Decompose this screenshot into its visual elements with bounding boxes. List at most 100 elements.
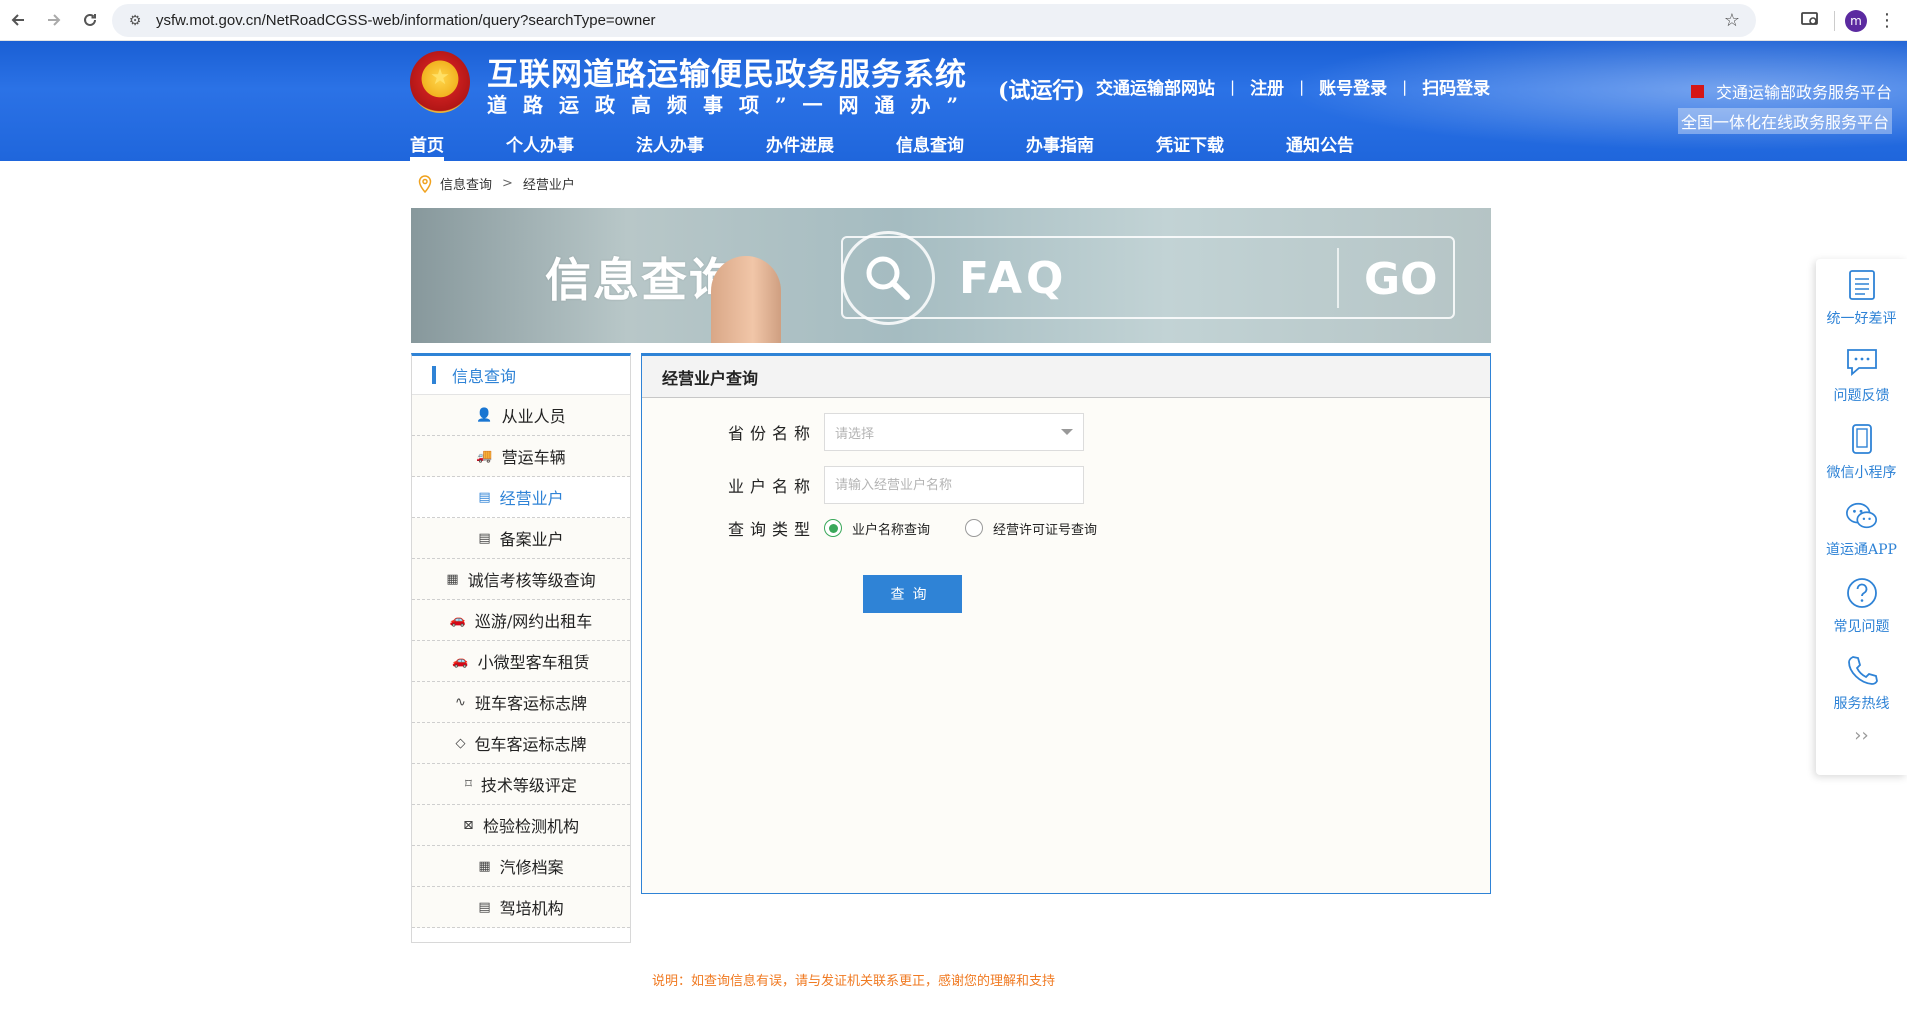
route-icon: ∿ — [455, 694, 466, 710]
sidebar-item-car-rental[interactable]: 🚗 小微型客车租赁 — [412, 641, 630, 682]
reload-icon[interactable] — [72, 2, 108, 38]
document-icon: ▦ — [478, 858, 491, 874]
sidebar-item-charter-plate[interactable]: ◇ 包车客运标志牌 — [412, 723, 630, 764]
forward-arrow-icon[interactable] — [36, 2, 72, 38]
address-bar[interactable]: ⚙ ysfw.mot.gov.cn/NetRoadCGSS-web/inform… — [112, 4, 1756, 37]
sidebar-item-bus-route-plate[interactable]: ∿ 班车客运标志牌 — [412, 682, 630, 723]
profile-avatar[interactable]: m — [1845, 9, 1867, 32]
finger-graphic — [711, 256, 781, 343]
nav-personal[interactable]: 个人办事 — [506, 131, 574, 161]
link-mot-website[interactable]: 交通运输部网站 — [1096, 74, 1215, 99]
banner-faq-text: FAQ — [959, 253, 1068, 304]
nav-notices[interactable]: 通知公告 — [1286, 131, 1354, 161]
nav-progress[interactable]: 办件进展 — [766, 131, 834, 161]
info-query-banner: 信息查询 FAQ GO — [411, 208, 1491, 343]
breadcrumb: 信息查询 > 经营业户 — [418, 174, 575, 193]
red-square-icon — [1690, 84, 1704, 98]
cast-icon[interactable] — [1790, 11, 1830, 31]
document-icon: ▦ — [446, 571, 459, 587]
nav-info-query[interactable]: 信息查询 — [896, 131, 964, 161]
sidebar-item-tech-grade[interactable]: ⌑ 技术等级评定 — [412, 764, 630, 805]
radio-owner-name[interactable]: 业户名称查询 — [824, 519, 930, 538]
chat-bubble-icon — [1845, 345, 1879, 379]
bookmark-icon: ⌑ — [465, 776, 472, 792]
province-label: 省份名称 — [727, 424, 816, 443]
float-item-app[interactable]: 道运通APP — [1816, 490, 1907, 567]
trial-badge: (试运行) — [998, 78, 1085, 104]
wechat-icon — [1845, 499, 1879, 533]
monitor-icon: ⊠ — [463, 817, 474, 833]
sidebar-item-practitioners[interactable]: 👤 从业人员 — [412, 395, 630, 436]
float-item-faq[interactable]: 常见问题 — [1816, 567, 1907, 644]
panel-title: 经营业户查询 — [642, 356, 1490, 398]
menu-kebab-icon[interactable]: ⋮ — [1867, 10, 1907, 31]
sidebar-item-repair-records[interactable]: ▦ 汽修档案 — [412, 846, 630, 887]
gov-platform-links: 交通运输部政务服务平台 全国一体化在线政务服务平台 — [1677, 79, 1892, 134]
car-icon: 🚗 — [449, 612, 466, 628]
car-icon: 🚗 — [452, 653, 469, 669]
back-arrow-icon[interactable] — [0, 2, 36, 38]
person-card-icon: 👤 — [476, 407, 493, 423]
query-panel: 经营业户查询 省份名称 请选择 业户名称 查询类型 业户名称查询 经营许可证号查… — [641, 353, 1491, 894]
radio-button[interactable] — [965, 519, 984, 537]
radio-license-number[interactable]: 经营许可证号查询 — [965, 519, 1097, 538]
bookmark-star-icon[interactable]: ☆ — [1724, 10, 1740, 31]
banner-title: 信息查询 — [545, 253, 737, 307]
sidebar-item-credit-rating[interactable]: ▦ 诚信考核等级查询 — [412, 559, 630, 600]
nav-home[interactable]: 首页 — [410, 131, 444, 161]
province-select[interactable]: 请选择 — [824, 413, 1084, 451]
breadcrumb-current: 经营业户 — [522, 178, 575, 193]
float-item-mini-program[interactable]: 微信小程序 — [1816, 413, 1907, 490]
float-item-feedback[interactable]: 问题反馈 — [1816, 336, 1907, 413]
float-item-hotline[interactable]: 服务热线 — [1816, 644, 1907, 721]
owner-label: 业户名称 — [727, 477, 816, 496]
link-account-login[interactable]: 账号登录 — [1319, 74, 1387, 99]
magnifier-icon — [841, 231, 935, 325]
truck-icon: 🚚 — [476, 448, 493, 464]
toolbar-divider — [1834, 10, 1835, 31]
site-header: ★ 互联网道路运输便民政务服务系统 道路运政高频事项”一网通办” (试运行) 交… — [0, 41, 1907, 161]
url-text[interactable]: ysfw.mot.gov.cn/NetRoadCGSS-web/informat… — [156, 12, 656, 29]
owner-name-input[interactable] — [824, 466, 1084, 504]
link-mot-service-platform[interactable]: 交通运输部政务服务平台 — [1678, 79, 1892, 103]
province-row: 省份名称 请选择 — [642, 413, 1084, 451]
sidebar-item-driving-school[interactable]: ▤ 驾培机构 — [412, 887, 630, 928]
sidebar-item-vehicles[interactable]: 🚚 营运车辆 — [412, 436, 630, 477]
radio-button-checked[interactable] — [824, 519, 842, 537]
nav-certificate-download[interactable]: 凭证下载 — [1156, 131, 1224, 161]
phone-icon — [1845, 422, 1879, 456]
collapse-chevron-icon[interactable]: ›› — [1816, 725, 1907, 746]
building-icon: ▤ — [478, 489, 491, 505]
owner-row: 业户名称 — [642, 466, 1084, 504]
banner-divider — [1337, 248, 1339, 308]
system-title: 互联网道路运输便民政务服务系统 — [487, 57, 967, 93]
building-icon: ▤ — [478, 899, 491, 915]
site-settings-icon[interactable]: ⚙ — [120, 13, 150, 29]
query-button[interactable]: 查询 — [863, 575, 962, 613]
link-register[interactable]: 注册 — [1250, 74, 1284, 99]
sidebar-item-business-owners[interactable]: ▤ 经营业户 — [412, 477, 630, 518]
link-qr-login[interactable]: 扫码登录 — [1422, 74, 1490, 99]
telephone-icon — [1845, 653, 1879, 687]
national-emblem-icon: ★ — [410, 51, 470, 113]
query-type-label: 查询类型 — [727, 520, 816, 539]
tag-icon: ◇ — [455, 735, 466, 751]
floating-service-bar: 统一好差评 问题反馈 微信小程序 道运通APP 常见问题 服务热线 ›› — [1816, 259, 1907, 775]
sidebar-item-registered-owners[interactable]: ▤ 备案业户 — [412, 518, 630, 559]
review-list-icon — [1845, 268, 1879, 302]
sidebar: 信息查询 👤 从业人员 🚚 营运车辆 ▤ 经营业户 ▤ 备案业户 ▦ 诚信考核等级查询 🚗… — [411, 353, 631, 943]
link-national-service-platform[interactable]: 全国一体化在线政务服务平台 — [1677, 108, 1892, 134]
nav-guide[interactable]: 办事指南 — [1026, 131, 1094, 161]
building-icon: ▤ — [478, 530, 491, 546]
nav-corporate[interactable]: 法人办事 — [636, 131, 704, 161]
system-subtitle: 道路运政高频事项”一网通办” — [487, 93, 975, 117]
breadcrumb-separator: > — [502, 176, 513, 191]
location-pin-icon — [418, 174, 432, 193]
chevron-down-icon — [1061, 429, 1073, 435]
question-icon — [1845, 576, 1879, 610]
float-item-review[interactable]: 统一好差评 — [1816, 259, 1907, 336]
sidebar-header: 信息查询 — [412, 356, 630, 395]
sidebar-item-inspection-agency[interactable]: ⊠ 检验检测机构 — [412, 805, 630, 846]
breadcrumb-info-query[interactable]: 信息查询 — [440, 174, 492, 193]
sidebar-item-taxi[interactable]: 🚗 巡游/网约出租车 — [412, 600, 630, 641]
